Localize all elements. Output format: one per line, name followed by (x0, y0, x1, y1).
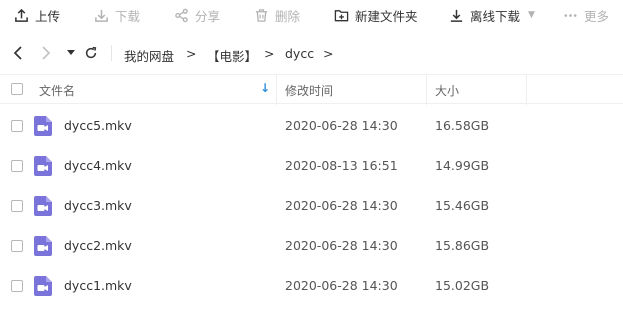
more-icon (564, 13, 577, 17)
table-row[interactable]: dycc3.mkv 2020-06-28 14:30 15.46GB (0, 186, 623, 226)
download-label: 下载 (115, 8, 141, 24)
video-file-icon (34, 156, 52, 176)
video-file-icon (34, 236, 52, 256)
share-label: 分享 (195, 8, 221, 24)
file-name[interactable]: dycc2.mkv (64, 238, 132, 253)
offline-download-button[interactable]: 离线下载 ▼ (449, 6, 535, 24)
row-checkbox[interactable] (11, 160, 23, 172)
more-button[interactable]: 更多 (563, 6, 609, 24)
share-icon (175, 8, 188, 22)
file-modified-time: 2020-06-28 14:30 (285, 238, 398, 253)
chevron-down-icon[interactable]: ▼ (528, 10, 535, 20)
delete-label: 删除 (275, 8, 301, 24)
row-checkbox[interactable] (11, 240, 23, 252)
breadcrumb-item-movies[interactable]: 【电影】 (207, 46, 257, 65)
file-modified-time: 2020-06-28 14:30 (285, 118, 398, 133)
breadcrumb-item-home[interactable]: 我的网盘 (124, 46, 174, 65)
new-folder-icon (334, 9, 349, 21)
sort-arrow-icon[interactable]: ↓ (260, 81, 270, 95)
column-header-name[interactable]: 文件名 (39, 82, 75, 99)
nav-divider (111, 45, 112, 61)
file-size: 16.58GB (435, 118, 490, 133)
column-divider[interactable] (426, 75, 427, 105)
new-folder-label: 新建文件夹 (355, 8, 418, 24)
column-divider[interactable] (526, 75, 527, 105)
more-label: 更多 (584, 8, 610, 24)
file-name[interactable]: dycc1.mkv (64, 278, 132, 293)
trash-icon (255, 8, 268, 22)
back-arrow-icon (13, 46, 22, 60)
file-size: 14.99GB (435, 158, 490, 173)
file-modified-time: 2020-06-28 14:30 (285, 278, 398, 293)
table-row[interactable]: dycc1.mkv 2020-06-28 14:30 15.02GB (0, 266, 623, 306)
breadcrumb-separator: > (186, 46, 197, 61)
column-header-modified[interactable]: 修改时间 (285, 82, 333, 99)
offline-download-label: 离线下载 (470, 8, 521, 24)
file-modified-time: 2020-08-13 16:51 (285, 158, 398, 173)
upload-icon (15, 8, 28, 22)
file-size: 15.02GB (435, 278, 490, 293)
column-header-size[interactable]: 大小 (435, 82, 459, 99)
caret-down-icon (67, 50, 75, 55)
download-icon (95, 9, 108, 22)
refresh-button[interactable] (83, 45, 99, 61)
history-dropdown-button[interactable] (63, 45, 79, 61)
offline-download-icon (450, 9, 463, 22)
breadcrumb-separator: > (264, 46, 275, 61)
download-button[interactable]: 下载 (94, 6, 140, 24)
delete-button[interactable]: 删除 (254, 6, 300, 24)
new-folder-button[interactable]: 新建文件夹 (334, 6, 418, 24)
table-row[interactable]: dycc2.mkv 2020-06-28 14:30 15.86GB (0, 226, 623, 266)
table-row[interactable]: dycc5.mkv 2020-06-28 14:30 16.58GB (0, 106, 623, 146)
video-file-icon (34, 116, 52, 136)
file-name[interactable]: dycc3.mkv (64, 198, 132, 213)
file-modified-time: 2020-06-28 14:30 (285, 198, 398, 213)
back-button[interactable] (10, 45, 26, 61)
column-divider[interactable] (276, 75, 277, 105)
video-file-icon (34, 276, 52, 296)
table-header: 文件名 ↓ 修改时间 大小 (0, 74, 623, 105)
share-button[interactable]: 分享 (174, 6, 220, 24)
breadcrumb-separator: > (323, 46, 334, 61)
forward-arrow-icon (42, 46, 51, 60)
video-file-icon (34, 196, 52, 216)
file-name[interactable]: dycc4.mkv (64, 158, 132, 173)
file-size: 15.46GB (435, 198, 490, 213)
upload-label: 上传 (35, 8, 61, 24)
upload-button[interactable]: 上传 (14, 6, 60, 24)
select-all-checkbox[interactable] (11, 83, 23, 95)
row-checkbox[interactable] (11, 200, 23, 212)
toolbar: 上传 下载 分享 删除 新建文件夹 离线下载 ▼ 更多 (0, 0, 623, 31)
table-row[interactable]: dycc4.mkv 2020-08-13 16:51 14.99GB (0, 146, 623, 186)
refresh-icon (85, 46, 97, 59)
row-checkbox[interactable] (11, 280, 23, 292)
forward-button[interactable] (38, 45, 54, 61)
navigation-bar: 我的网盘 > 【电影】 > dycc > (0, 38, 623, 68)
file-size: 15.86GB (435, 238, 490, 253)
breadcrumb-item-current: dycc (285, 46, 315, 61)
row-checkbox[interactable] (11, 120, 23, 132)
file-name[interactable]: dycc5.mkv (64, 118, 132, 133)
